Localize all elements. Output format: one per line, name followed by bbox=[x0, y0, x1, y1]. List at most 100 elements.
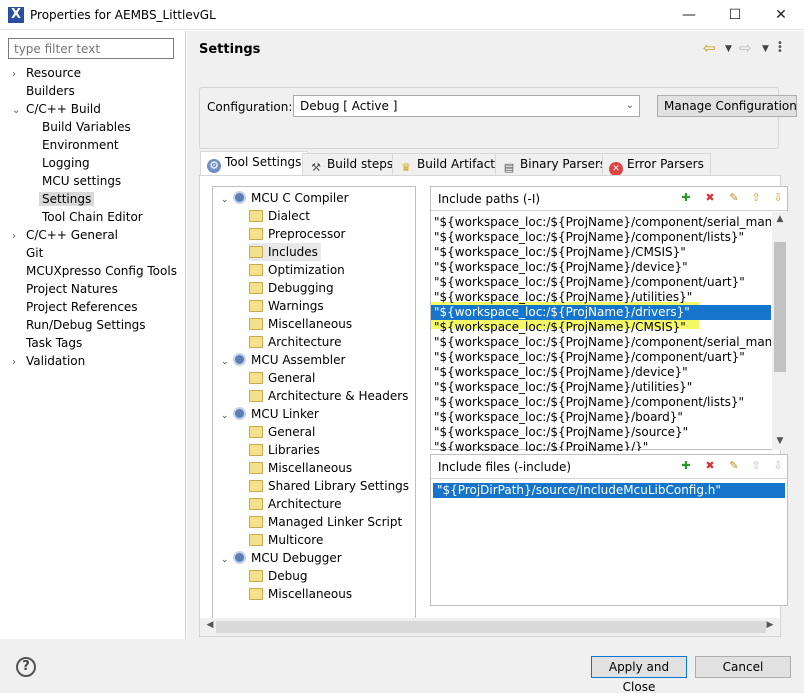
nav-item-mcuxpresso-config-tools[interactable]: MCUXpresso Config Tools bbox=[12, 262, 182, 280]
minimize-button[interactable]: — bbox=[666, 0, 712, 30]
list-item[interactable]: "${workspace_loc:/${ProjName}/component/… bbox=[431, 395, 771, 410]
nav-item-logging[interactable]: Logging bbox=[12, 154, 182, 172]
close-button[interactable]: ✕ bbox=[758, 0, 804, 30]
list-item[interactable]: "${workspace_loc:/${ProjName}/component/… bbox=[431, 215, 771, 230]
tree-item-mcu-debugger[interactable]: ⌄ MCU Debugger bbox=[221, 549, 415, 567]
tree-item-architecture[interactable]: Architecture bbox=[221, 333, 415, 351]
tree-item-preprocessor[interactable]: Preprocessor bbox=[221, 225, 415, 243]
configuration-select[interactable]: Debug [ Active ] ⌄ bbox=[293, 95, 640, 117]
list-item[interactable]: "${workspace_loc:/${ProjName}/CMSIS}" bbox=[431, 245, 771, 260]
tree-item-general[interactable]: General bbox=[221, 423, 415, 441]
nav-item-git[interactable]: Git bbox=[12, 244, 182, 262]
back-arrow-icon[interactable]: ⇦ bbox=[703, 39, 716, 57]
scroll-right-icon[interactable]: ▶ bbox=[762, 620, 778, 630]
vertical-scrollbar[interactable]: ▲ ▼ bbox=[772, 212, 788, 450]
manage-configurations-button[interactable]: Manage Configurations... bbox=[657, 95, 797, 117]
apply-and-close-button[interactable]: Apply and Close bbox=[591, 656, 687, 694]
list-item-selected[interactable]: "${ProjDirPath}/source/IncludeMcuLibConf… bbox=[433, 483, 785, 498]
nav-item-validation[interactable]: › Validation bbox=[12, 352, 182, 370]
tree-item-shared-library-settings[interactable]: Shared Library Settings bbox=[221, 477, 415, 495]
tree-item-dialect[interactable]: Dialect bbox=[221, 207, 415, 225]
tree-item-miscellaneous[interactable]: Miscellaneous bbox=[221, 585, 415, 603]
expand-icon[interactable]: › bbox=[12, 354, 26, 372]
move-up-icon[interactable]: ⇧ bbox=[749, 191, 763, 205]
nav-item-resource[interactable]: › Resource bbox=[12, 64, 182, 82]
collapse-icon[interactable]: ⌄ bbox=[221, 407, 233, 425]
list-item[interactable]: "${workspace_loc:/${ProjName}/board}" bbox=[431, 410, 771, 425]
list-item[interactable]: "${workspace_loc:/${ProjName}/utilities}… bbox=[431, 380, 771, 395]
tab-error-parsers[interactable]: ✕ Error Parsers bbox=[602, 153, 711, 176]
tree-item-mcu-c-compiler[interactable]: ⌄ MCU C Compiler bbox=[221, 189, 415, 207]
list-item[interactable]: "${workspace_loc:/${ProjName}/source}" bbox=[431, 425, 771, 440]
scroll-thumb[interactable] bbox=[216, 621, 766, 633]
tree-item-debug[interactable]: Debug bbox=[221, 567, 415, 585]
forward-arrow-icon[interactable]: ⇨ bbox=[739, 39, 752, 57]
nav-item-project-natures[interactable]: Project Natures bbox=[12, 280, 182, 298]
nav-item-cpp-build[interactable]: ⌄ C/C++ Build bbox=[12, 100, 182, 118]
list-item[interactable]: "${workspace_loc:/${ProjName}/device}" bbox=[431, 365, 771, 380]
tab-build-artifact[interactable]: ♛ Build Artifact bbox=[392, 153, 502, 175]
collapse-icon[interactable]: ⌄ bbox=[12, 102, 26, 120]
list-item[interactable]: "${workspace_loc:/${ProjName}/component/… bbox=[431, 335, 771, 350]
tree-item-includes[interactable]: Includes bbox=[221, 243, 415, 261]
nav-item-project-references[interactable]: Project References bbox=[12, 298, 182, 316]
tree-item-warnings[interactable]: Warnings bbox=[221, 297, 415, 315]
list-item[interactable]: "${workspace_loc:/${ProjName}/utilities}… bbox=[431, 290, 771, 305]
collapse-icon[interactable]: ⌄ bbox=[221, 191, 233, 209]
nav-item-task-tags[interactable]: Task Tags bbox=[12, 334, 182, 352]
nav-item-cpp-general[interactable]: › C/C++ General bbox=[12, 226, 182, 244]
move-down-icon[interactable]: ⇩ bbox=[771, 191, 785, 205]
tree-item-miscellaneous[interactable]: Miscellaneous bbox=[221, 315, 415, 333]
nav-item-mcu-settings[interactable]: MCU settings bbox=[12, 172, 182, 190]
nav-item-environment[interactable]: Environment bbox=[12, 136, 182, 154]
cancel-button[interactable]: Cancel bbox=[695, 656, 791, 678]
list-item-selected[interactable]: "${workspace_loc:/${ProjName}/drivers}" bbox=[431, 305, 771, 320]
maximize-button[interactable]: ☐ bbox=[712, 0, 758, 30]
tree-item-libraries[interactable]: Libraries bbox=[221, 441, 415, 459]
tab-build-steps[interactable]: ⚒ Build steps bbox=[302, 153, 401, 175]
nav-item-tool-chain-editor[interactable]: Tool Chain Editor bbox=[12, 208, 182, 226]
nav-item-build-variables[interactable]: Build Variables bbox=[12, 118, 182, 136]
add-icon[interactable]: ✚ bbox=[679, 459, 693, 473]
nav-item-run-debug-settings[interactable]: Run/Debug Settings bbox=[12, 316, 182, 334]
tree-item-multicore[interactable]: Multicore bbox=[221, 531, 415, 549]
scroll-thumb[interactable] bbox=[774, 242, 786, 372]
tree-item-general[interactable]: General bbox=[221, 369, 415, 387]
nav-item-settings[interactable]: Settings bbox=[12, 190, 182, 208]
list-item[interactable]: "${workspace_loc:/${ProjName}/}" bbox=[431, 440, 771, 451]
edit-icon[interactable]: ✎ bbox=[727, 191, 741, 205]
tab-binary-parsers[interactable]: ▤ Binary Parsers bbox=[495, 153, 614, 175]
list-item[interactable]: "${workspace_loc:/${ProjName}/component/… bbox=[431, 350, 771, 365]
delete-icon[interactable]: ✖ bbox=[703, 191, 717, 205]
list-item[interactable]: "${workspace_loc:/${ProjName}/CMSIS}" bbox=[431, 320, 771, 335]
horizontal-scrollbar[interactable]: ◀ ▶ bbox=[200, 618, 780, 636]
nav-item-builders[interactable]: Builders bbox=[12, 82, 182, 100]
folder-settings-icon bbox=[249, 480, 263, 492]
back-menu-icon[interactable]: ▼ bbox=[725, 44, 732, 54]
collapse-icon[interactable]: ⌄ bbox=[221, 551, 233, 569]
tree-item-optimization[interactable]: Optimization bbox=[221, 261, 415, 279]
help-icon[interactable]: ? bbox=[16, 657, 36, 677]
tree-item-architecture-headers[interactable]: Architecture & Headers bbox=[221, 387, 415, 405]
list-item[interactable]: "${workspace_loc:/${ProjName}/component/… bbox=[431, 230, 771, 245]
add-icon[interactable]: ✚ bbox=[679, 191, 693, 205]
edit-icon[interactable]: ✎ bbox=[727, 459, 741, 473]
window-title: Properties for AEMBS_LittlevGL bbox=[30, 8, 216, 22]
scroll-down-icon[interactable]: ▼ bbox=[772, 436, 788, 446]
scroll-up-icon[interactable]: ▲ bbox=[772, 214, 788, 224]
view-menu-icon[interactable]: • • • bbox=[777, 39, 789, 57]
tree-item-miscellaneous[interactable]: Miscellaneous bbox=[221, 459, 415, 477]
forward-menu-icon[interactable]: ▼ bbox=[762, 44, 769, 54]
tree-item-mcu-assembler[interactable]: ⌄ MCU Assembler bbox=[221, 351, 415, 369]
tree-item-mcu-linker[interactable]: ⌄ MCU Linker bbox=[221, 405, 415, 423]
tree-item-architecture[interactable]: Architecture bbox=[221, 495, 415, 513]
list-item[interactable]: "${workspace_loc:/${ProjName}/component/… bbox=[431, 275, 771, 290]
list-item[interactable]: "${workspace_loc:/${ProjName}/device}" bbox=[431, 260, 771, 275]
tree-item-debugging[interactable]: Debugging bbox=[221, 279, 415, 297]
tab-tool-settings[interactable]: ⚙ Tool Settings bbox=[200, 151, 309, 176]
collapse-icon[interactable]: ⌄ bbox=[221, 353, 233, 371]
dialog-footer: ? Apply and Close Cancel bbox=[0, 639, 804, 694]
filter-input[interactable] bbox=[8, 38, 174, 59]
delete-icon[interactable]: ✖ bbox=[703, 459, 717, 473]
tree-item-managed-linker-script[interactable]: Managed Linker Script bbox=[221, 513, 415, 531]
